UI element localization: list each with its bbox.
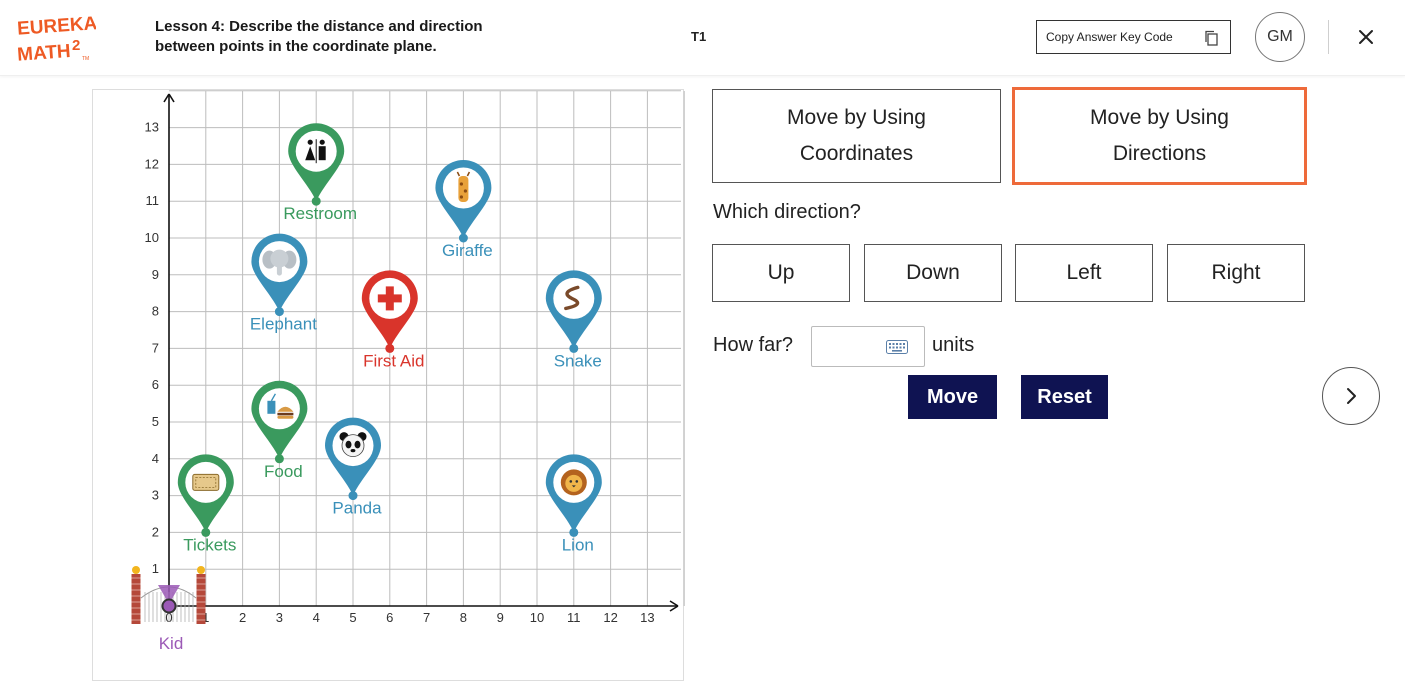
y-tick-label: 4 <box>152 451 159 466</box>
distance-input[interactable] <box>812 327 882 365</box>
elephant-pin[interactable]: Elephant <box>250 233 317 334</box>
x-tick-label: 2 <box>239 610 246 625</box>
x-tick-label: 7 <box>423 610 430 625</box>
grid-lines <box>169 90 685 606</box>
copy-icon <box>1205 30 1218 46</box>
distance-input-box[interactable] <box>811 326 925 367</box>
x-tick-label: 10 <box>530 610 544 625</box>
close-icon[interactable] <box>1354 25 1378 49</box>
player-point[interactable] <box>161 598 177 614</box>
gate-lamp <box>132 566 140 574</box>
y-tick-label: 3 <box>152 488 159 503</box>
move-by-directions-label: Move by Using Directions <box>1090 106 1229 165</box>
giraffe-pin[interactable]: Giraffe <box>435 160 493 260</box>
copy-answer-key-button[interactable]: Copy Answer Key Code <box>1036 20 1231 54</box>
move-by-directions-button[interactable]: Move by Using Directions <box>1012 87 1307 185</box>
restroom-pin[interactable]: Restroom <box>283 123 357 223</box>
keyboard-icon[interactable] <box>886 340 908 354</box>
direction-left-button[interactable]: Left <box>1015 244 1153 302</box>
eureka-math-logo: EUREKA MATH 2 TM <box>16 13 96 66</box>
top-header: EUREKA MATH 2 TM Lesson 4: Describe the … <box>0 0 1405 76</box>
gate-post <box>131 574 141 624</box>
tickets-pin[interactable]: Tickets <box>177 454 237 554</box>
y-tick-label: 1 <box>152 561 159 576</box>
tickets-icon <box>192 473 220 491</box>
x-tick-label: 13 <box>640 610 654 625</box>
gate-lamp <box>197 566 205 574</box>
logo-text-line2: MATH <box>17 41 72 66</box>
gate-post <box>196 574 206 624</box>
next-button[interactable] <box>1322 367 1380 425</box>
reset-button[interactable]: Reset <box>1021 375 1108 419</box>
units-label: units <box>932 334 975 356</box>
logo-trademark: TM <box>82 56 89 62</box>
logo-superscript: 2 <box>72 37 80 54</box>
lion-icon <box>560 469 587 496</box>
location-label: Tickets <box>183 535 236 554</box>
how-far-label: How far? <box>713 334 794 356</box>
x-tick-label: 8 <box>460 610 467 625</box>
x-tick-label: 3 <box>276 610 283 625</box>
y-tick-label: 12 <box>145 156 159 171</box>
x-tick-label: 9 <box>497 610 504 625</box>
coordinate-plane: 0 1 2 3 4 5 6 7 8 9 10 11 12 1312345678910111213 Rest… <box>131 90 685 653</box>
y-tick-label: 9 <box>152 267 159 282</box>
header-divider <box>1328 20 1329 54</box>
pin-icon-background <box>258 388 300 430</box>
y-tick-label: 8 <box>152 304 159 319</box>
location-label: Restroom <box>283 204 357 223</box>
direction-question: Which direction? <box>713 201 861 223</box>
move-button[interactable]: Move <box>908 375 997 419</box>
y-tick-label: 5 <box>152 414 159 429</box>
y-tick-label: 10 <box>145 230 159 245</box>
location-label: Snake <box>554 351 602 370</box>
location-label: First Aid <box>363 351 424 370</box>
lesson-title: Lesson 4: Describe the distance and dire… <box>155 18 483 55</box>
food-pin[interactable]: Food <box>251 380 308 481</box>
x-tick-label: 11 <box>567 610 581 625</box>
location-label: Lion <box>562 535 594 554</box>
direction-down-button[interactable]: Down <box>864 244 1002 302</box>
location-label: Giraffe <box>442 241 493 260</box>
user-avatar[interactable]: GM <box>1255 12 1305 62</box>
lion-pin[interactable]: Lion <box>545 454 602 554</box>
location-label: Food <box>264 462 303 481</box>
x-tick-label: 4 <box>313 610 320 625</box>
move-by-coordinates-label: Move by Using Coordinates <box>787 106 926 165</box>
coordinate-graph-panel: 0 1 2 3 4 5 6 7 8 9 10 11 12 13 1 2 3 4 5 6 7 8 9 10 11 12 13 Rest… <box>92 89 685 681</box>
first-aid-pin[interactable]: First Aid <box>361 270 425 370</box>
x-tick-label: 12 <box>603 610 617 625</box>
y-tick-label: 7 <box>152 340 159 355</box>
move-by-coordinates-button[interactable]: Move by Using Coordinates <box>712 89 1001 183</box>
chevron-right-icon <box>1347 388 1356 404</box>
direction-up-button[interactable]: Up <box>712 244 850 302</box>
topic-code: T1 <box>691 29 707 44</box>
y-tick-label: 11 <box>146 193 160 208</box>
y-tick-label: 13 <box>145 120 159 135</box>
y-tick-label: 6 <box>152 377 159 392</box>
snake-pin[interactable]: Snake <box>545 270 602 370</box>
player-label: Kid <box>159 634 184 653</box>
direction-right-button[interactable]: Right <box>1167 244 1305 302</box>
location-label: Elephant <box>250 315 317 334</box>
copy-answer-key-label: Copy Answer Key Code <box>1046 30 1173 44</box>
x-tick-label: 5 <box>349 610 356 625</box>
location-label: Panda <box>332 499 382 518</box>
panda-pin[interactable]: Panda <box>325 417 382 518</box>
logo-text-line1: EUREKA <box>16 13 96 40</box>
y-tick-label: 2 <box>152 524 159 539</box>
x-tick-label: 6 <box>386 610 393 625</box>
